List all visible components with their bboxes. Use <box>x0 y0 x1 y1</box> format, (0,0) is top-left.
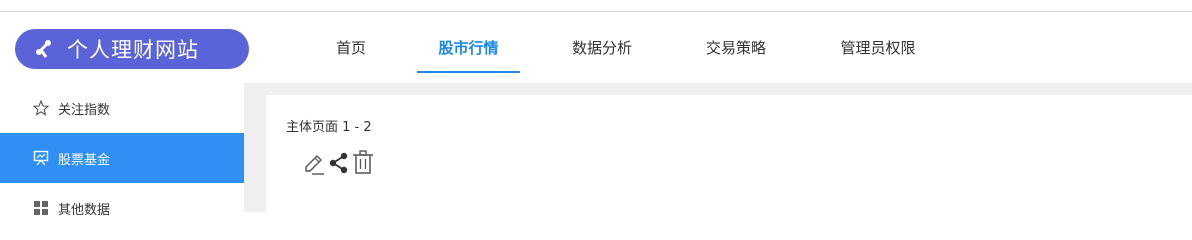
nav-item-strategy[interactable]: 交易策略 <box>702 12 770 83</box>
star-icon <box>33 100 49 116</box>
sidebar-item-watchlist[interactable]: 关注指数 <box>0 83 244 133</box>
nav-item-admin[interactable]: 管理员权限 <box>836 12 920 83</box>
sidebar-item-label: 关注指数 <box>58 102 111 118</box>
trash-icon[interactable] <box>351 148 375 176</box>
content-panel: 主体页面 1 - 2 <box>266 95 1192 212</box>
presentation-icon <box>33 150 49 166</box>
sidebar: 关注指数 股票基金 其他数据 <box>0 83 244 218</box>
grid-icon <box>33 200 49 216</box>
nav-item-market[interactable]: 股市行情 <box>417 12 520 83</box>
page-label: 主体页面 1 - 2 <box>286 120 372 135</box>
sidebar-item-label: 股票基金 <box>58 152 111 168</box>
site-title: 个人理财网站 <box>67 38 199 62</box>
sidebar-item-other-data[interactable]: 其他数据 <box>0 183 244 233</box>
sidebar-item-stocks-funds[interactable]: 股票基金 <box>0 133 244 183</box>
top-border <box>0 0 1192 12</box>
logo-icon <box>33 38 55 60</box>
site-logo[interactable]: 个人理财网站 <box>15 29 249 69</box>
nav-item-analysis[interactable]: 数据分析 <box>568 12 636 83</box>
share-icon[interactable] <box>327 148 351 176</box>
nav-item-home[interactable]: 首页 <box>332 12 370 83</box>
sidebar-item-label: 其他数据 <box>58 202 111 218</box>
header: 个人理财网站 首页 股市行情 数据分析 交易策略 管理员权限 <box>0 12 1192 83</box>
edit-icon[interactable] <box>302 148 326 176</box>
